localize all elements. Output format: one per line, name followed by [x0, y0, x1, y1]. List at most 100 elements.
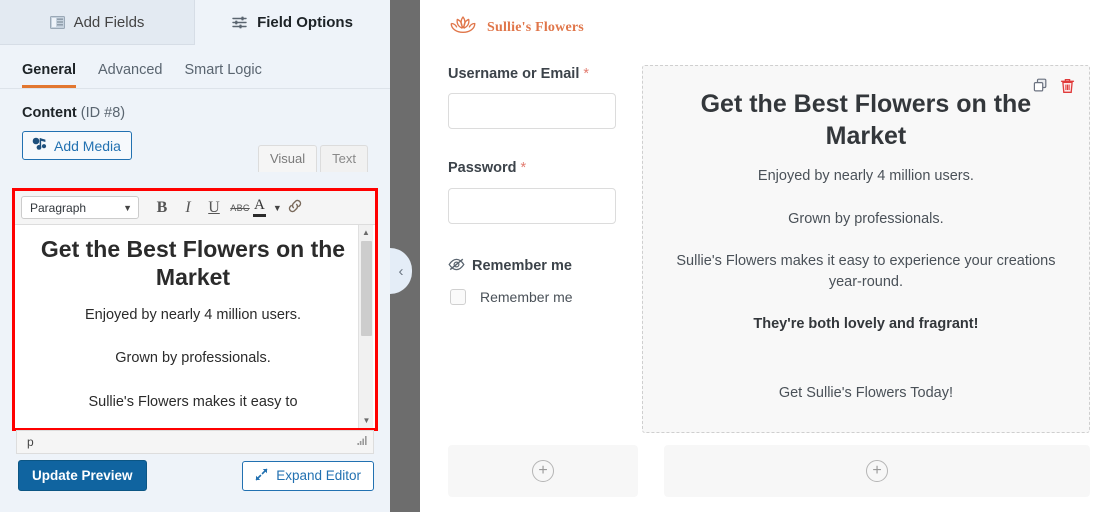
- tab-field-options-label: Field Options: [257, 13, 353, 31]
- form-builder-screen: Add Fields Field Options General Advance…: [0, 0, 1116, 512]
- scrollbar-thumb[interactable]: [361, 241, 372, 336]
- option-subtabs: General Advanced Smart Logic: [0, 45, 390, 89]
- add-media-button[interactable]: Add Media: [22, 131, 132, 160]
- editor-heading: Get the Best Flowers on the Market: [40, 236, 346, 291]
- preview-content-closing: Get Sullie's Flowers Today!: [778, 384, 953, 401]
- editor-paragraph: Grown by professionals.: [115, 350, 271, 367]
- underline-label: U: [208, 198, 220, 216]
- field-options-panel: Add Fields Field Options General Advance…: [0, 0, 390, 512]
- editor-content-area[interactable]: Get the Best Flowers on the Market Enjoy…: [15, 225, 375, 428]
- required-marker: *: [520, 160, 527, 177]
- preview-content-paragraph: Sullie's Flowers makes it easy to experi…: [676, 253, 1056, 290]
- tab-add-fields[interactable]: Add Fields: [0, 0, 195, 45]
- add-field-placeholder-left[interactable]: +: [448, 445, 638, 497]
- editor-scrollbar[interactable]: ▲ ▼: [358, 225, 373, 428]
- editor-paragraph: Sullie's Flowers makes it easy to: [88, 393, 298, 410]
- remember-me-checkbox[interactable]: [450, 288, 466, 305]
- fields-list-icon: [49, 15, 65, 29]
- preview-content-paragraph: Enjoyed by nearly 4 million users.: [757, 168, 974, 184]
- editor-action-buttons: Update Preview Expand Editor: [18, 460, 374, 491]
- update-preview-button[interactable]: Update Preview: [18, 460, 147, 491]
- panel-divider: ‹: [390, 0, 420, 512]
- remember-me-checkbox-row[interactable]: Remember me: [448, 288, 616, 305]
- resize-grip-icon[interactable]: [357, 435, 368, 449]
- tab-add-fields-label: Add Fields: [73, 13, 145, 31]
- form-preview-panel: Sullie's Flowers Username or Email * Pas…: [420, 0, 1116, 512]
- italic-button[interactable]: I: [175, 195, 201, 221]
- sliders-icon: [232, 16, 248, 29]
- expand-arrows-icon: [255, 468, 268, 484]
- trash-icon[interactable]: [1060, 78, 1075, 94]
- link-icon: [287, 198, 303, 218]
- username-input[interactable]: [448, 93, 616, 130]
- preview-left-column: Username or Email * Password * Remember …: [448, 65, 616, 433]
- media-row: Add Media Visual Text: [0, 121, 390, 172]
- format-select[interactable]: Paragraph ▼: [21, 196, 139, 219]
- italic-label: I: [185, 198, 191, 216]
- password-label-text: Password: [448, 160, 517, 177]
- required-marker: *: [583, 66, 590, 82]
- subtab-advanced[interactable]: Advanced: [98, 61, 163, 89]
- card-action-buttons: [1033, 78, 1075, 94]
- expand-editor-button[interactable]: Expand Editor: [242, 460, 374, 491]
- tab-field-options[interactable]: Field Options: [195, 0, 390, 45]
- media-icon: [32, 137, 47, 154]
- scroll-up-arrow-icon[interactable]: ▲: [359, 225, 373, 240]
- subtab-advanced-label: Advanced: [98, 61, 163, 78]
- preview-right-column: Get the Best Flowers on the Market Enjoy…: [641, 65, 1090, 433]
- lotus-flower-icon: [448, 14, 478, 41]
- tab-text-label: Text: [332, 151, 356, 166]
- editor-paragraph: Enjoyed by nearly 4 million users.: [85, 306, 301, 323]
- password-field-label: Password *: [448, 159, 616, 178]
- subtab-smart-logic[interactable]: Smart Logic: [184, 61, 262, 89]
- bold-label: B: [156, 198, 168, 216]
- strikethrough-label: ABC: [230, 202, 250, 213]
- underline-button[interactable]: U: [201, 195, 227, 221]
- text-color-button[interactable]: A ▼: [253, 197, 282, 217]
- editor-highlight-box: Paragraph ▼ B I U ABC A ▼ Get the Best F…: [12, 188, 378, 431]
- text-color-letter: A: [253, 197, 266, 217]
- add-field-placeholder-right[interactable]: +: [664, 445, 1090, 497]
- preview-content-paragraph: Grown by professionals.: [788, 210, 944, 227]
- preview-columns: Username or Email * Password * Remember …: [420, 41, 1116, 433]
- add-media-label: Add Media: [54, 137, 121, 154]
- expand-editor-label: Expand Editor: [276, 468, 361, 483]
- chevron-left-icon: ‹: [398, 262, 404, 280]
- subtab-general[interactable]: General: [22, 61, 76, 88]
- add-field-row: + +: [420, 433, 1116, 497]
- editor-toolbar: Paragraph ▼ B I U ABC A ▼: [15, 191, 375, 225]
- eye-slash-icon: [448, 258, 465, 275]
- content-field-card[interactable]: Get the Best Flowers on the Market Enjoy…: [641, 65, 1090, 433]
- insert-link-button[interactable]: [282, 195, 308, 221]
- hidden-field-label-text: Remember me: [472, 258, 572, 275]
- plus-circle-icon: +: [866, 460, 888, 482]
- preview-content-bold-paragraph: They're both lovely and fragrant!: [753, 316, 979, 333]
- collapse-panel-handle[interactable]: ‹: [390, 248, 412, 294]
- plus-circle-icon: +: [532, 460, 554, 482]
- password-input[interactable]: [448, 187, 616, 224]
- chevron-down-icon: ▼: [123, 202, 132, 213]
- strikethrough-button[interactable]: ABC: [227, 195, 253, 221]
- preview-content-heading: Get the Best Flowers on the Market: [700, 90, 1032, 150]
- format-select-value: Paragraph: [30, 200, 87, 215]
- subtab-general-label: General: [22, 61, 76, 78]
- editor-path-bar: p: [16, 430, 374, 454]
- username-label-text: Username or Email: [448, 66, 580, 82]
- content-section-id: (ID #8): [80, 105, 126, 121]
- editor-path-value: p: [27, 435, 34, 449]
- tab-text-editor[interactable]: Text: [320, 145, 368, 172]
- content-section-title: Content: [22, 105, 77, 121]
- duplicate-icon[interactable]: [1033, 78, 1049, 94]
- hidden-field-label: Remember me: [448, 258, 616, 275]
- username-field-label: Username or Email *: [448, 65, 616, 84]
- remember-me-label: Remember me: [480, 288, 573, 305]
- brand-name: Sullie's Flowers: [487, 19, 584, 35]
- tab-visual-editor[interactable]: Visual: [257, 145, 318, 172]
- text-color-chevron-down-icon: ▼: [272, 202, 282, 213]
- content-section-header: Content (ID #8): [0, 89, 390, 121]
- tab-visual-label: Visual: [269, 151, 306, 166]
- bold-button[interactable]: B: [149, 195, 175, 221]
- subtab-smart-logic-label: Smart Logic: [184, 61, 262, 78]
- scroll-down-arrow-icon[interactable]: ▼: [359, 413, 374, 428]
